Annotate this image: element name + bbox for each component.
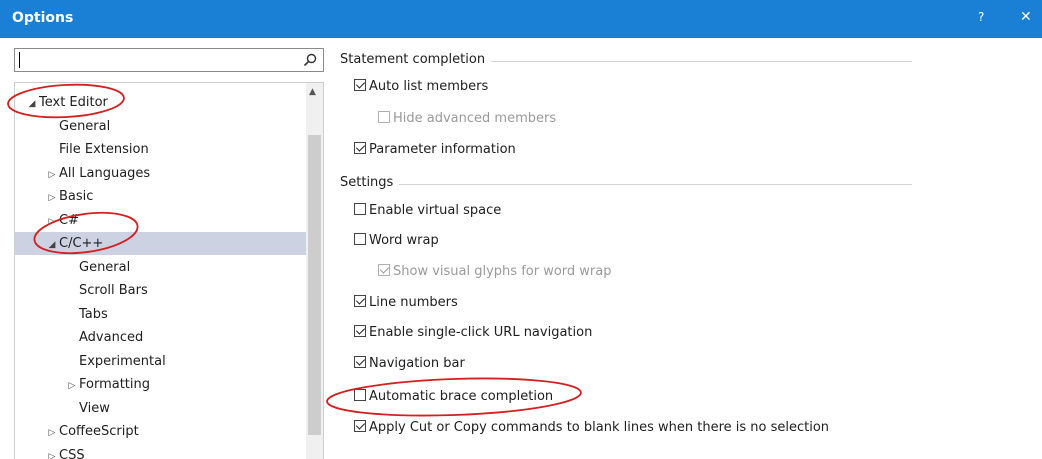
tree-item[interactable]: Tabs (15, 303, 307, 326)
tree-item-label: Scroll Bars (79, 283, 148, 298)
tree-item-label: File Extension (59, 142, 149, 157)
close-icon[interactable]: ✕ (1020, 9, 1032, 25)
checkbox-box[interactable] (354, 203, 366, 215)
tree-item-label: View (79, 400, 110, 416)
search-icon[interactable] (302, 52, 318, 68)
tree-item[interactable]: View (15, 397, 307, 420)
checkbox-parameter-information[interactable]: Parameter information (354, 140, 516, 160)
checkbox-hide-advanced-members[interactable]: Hide advanced members (378, 109, 556, 129)
checkbox-navigation-bar[interactable]: Navigation bar (354, 354, 465, 374)
checkbox-box[interactable] (378, 264, 390, 276)
expand-arrow-icon[interactable]: ▷ (45, 211, 59, 234)
checkbox-label: Parameter information (369, 142, 516, 157)
checkbox-show-visual-glyphs[interactable]: Show visual glyphs for word wrap (378, 262, 611, 282)
group-header-settings: Settings (340, 175, 912, 193)
collapse-arrow-icon[interactable]: ◢ (45, 234, 59, 257)
checkbox-label: Line numbers (369, 295, 458, 310)
checkbox-box[interactable] (354, 142, 366, 154)
tree-item-label: CSS (59, 447, 85, 459)
checkbox-label: Hide advanced members (393, 111, 557, 126)
search-input[interactable] (14, 48, 324, 72)
tree-item-label: C# (59, 212, 79, 228)
tree-item[interactable]: ▷ CSS (15, 444, 307, 459)
tree-item-label: General (59, 118, 111, 134)
checkbox-label: Word wrap (369, 233, 439, 248)
tree-item[interactable]: ◢ C/C++ (15, 232, 307, 255)
tree-item[interactable]: Experimental (15, 350, 307, 373)
checkbox-single-click-url[interactable]: Enable single-click URL navigation (354, 323, 592, 343)
expand-arrow-icon[interactable]: ▷ (65, 375, 79, 398)
tree-item-label: Advanced (79, 330, 144, 345)
tree-item-label: Basic (59, 189, 94, 204)
collapse-arrow-icon[interactable]: ◢ (25, 93, 39, 116)
window-title: Options (12, 10, 74, 26)
tree-scrollbar[interactable]: ▲ (306, 83, 323, 459)
tree-item-label: Tabs (79, 306, 108, 322)
tree-item[interactable]: General (15, 256, 307, 279)
options-settings-pane: Statement completion Auto list members H… (340, 48, 1040, 459)
tree-item[interactable]: Advanced (15, 326, 307, 349)
tree-item-label: Text Editor (39, 95, 108, 110)
checkbox-apply-cut-copy[interactable]: Apply Cut or Copy commands to blank line… (354, 418, 829, 438)
tree-item-label: All Languages (59, 165, 151, 181)
checkbox-box[interactable] (354, 79, 366, 91)
checkbox-label: Auto list members (369, 79, 489, 94)
expand-arrow-icon[interactable]: ▷ (45, 422, 59, 445)
checkbox-box[interactable] (354, 233, 366, 245)
text-caret (19, 52, 20, 68)
checkbox-word-wrap[interactable]: Word wrap (354, 231, 439, 251)
title-bar: Options ? ✕ (0, 0, 1042, 38)
checkbox-box[interactable] (354, 295, 366, 307)
options-navigation-pane: ▷ CSS ▷ CoffeeScript View ▷ Formatting Experime… (14, 48, 324, 459)
checkbox-enable-virtual-space[interactable]: Enable virtual space (354, 201, 501, 221)
checkbox-auto-list-members[interactable]: Auto list members (354, 77, 488, 97)
expand-arrow-icon[interactable]: ▷ (45, 187, 59, 210)
checkbox-label: Show visual glyphs for word wrap (393, 264, 612, 279)
tree-item[interactable]: General (15, 115, 307, 138)
tree-item[interactable]: ▷ All Languages (15, 162, 307, 185)
tree-item[interactable]: Scroll Bars (15, 279, 307, 302)
checkbox-label: Enable virtual space (369, 203, 502, 218)
checkbox-automatic-brace-completion[interactable]: Automatic brace completion (354, 387, 553, 407)
checkbox-label: Enable single-click URL navigation (369, 325, 593, 340)
checkbox-box[interactable] (378, 111, 390, 123)
tree-item-label: Experimental (79, 353, 166, 369)
divider (340, 184, 912, 185)
checkbox-box[interactable] (354, 420, 366, 432)
options-tree: ▷ CSS ▷ CoffeeScript View ▷ Formatting Experime… (14, 82, 324, 459)
tree-item[interactable]: ▷ CoffeeScript (15, 420, 307, 443)
checkbox-label: Navigation bar (369, 356, 465, 371)
tree-item[interactable]: ▷ Formatting (15, 373, 307, 396)
tree-item-label: General (79, 259, 131, 275)
group-label: Settings (340, 175, 400, 190)
tree-item-label: Formatting (79, 377, 151, 392)
checkbox-box[interactable] (354, 356, 366, 368)
tree-item-label: CoffeeScript (59, 424, 139, 439)
group-label: Statement completion (340, 52, 492, 67)
tree-item-label: C/C++ (59, 236, 104, 251)
tree-item[interactable]: ◢ Text Editor (15, 91, 307, 114)
help-icon[interactable]: ? (978, 10, 984, 24)
tree-item[interactable]: ▷ Basic (15, 185, 307, 208)
checkbox-box[interactable] (354, 325, 366, 337)
tree-item[interactable]: ▷ C# (15, 209, 307, 232)
checkbox-label: Apply Cut or Copy commands to blank line… (369, 420, 830, 435)
scrollbar-thumb[interactable] (308, 135, 321, 435)
tree-item[interactable]: File Extension (15, 138, 307, 161)
checkbox-label: Automatic brace completion (369, 389, 554, 404)
scroll-up-icon[interactable]: ▲ (309, 87, 316, 97)
checkbox-line-numbers[interactable]: Line numbers (354, 293, 458, 313)
checkbox-box[interactable] (354, 389, 366, 401)
expand-arrow-icon[interactable]: ▷ (45, 164, 59, 187)
expand-arrow-icon[interactable]: ▷ (45, 446, 59, 459)
group-header-statement-completion: Statement completion (340, 52, 912, 70)
